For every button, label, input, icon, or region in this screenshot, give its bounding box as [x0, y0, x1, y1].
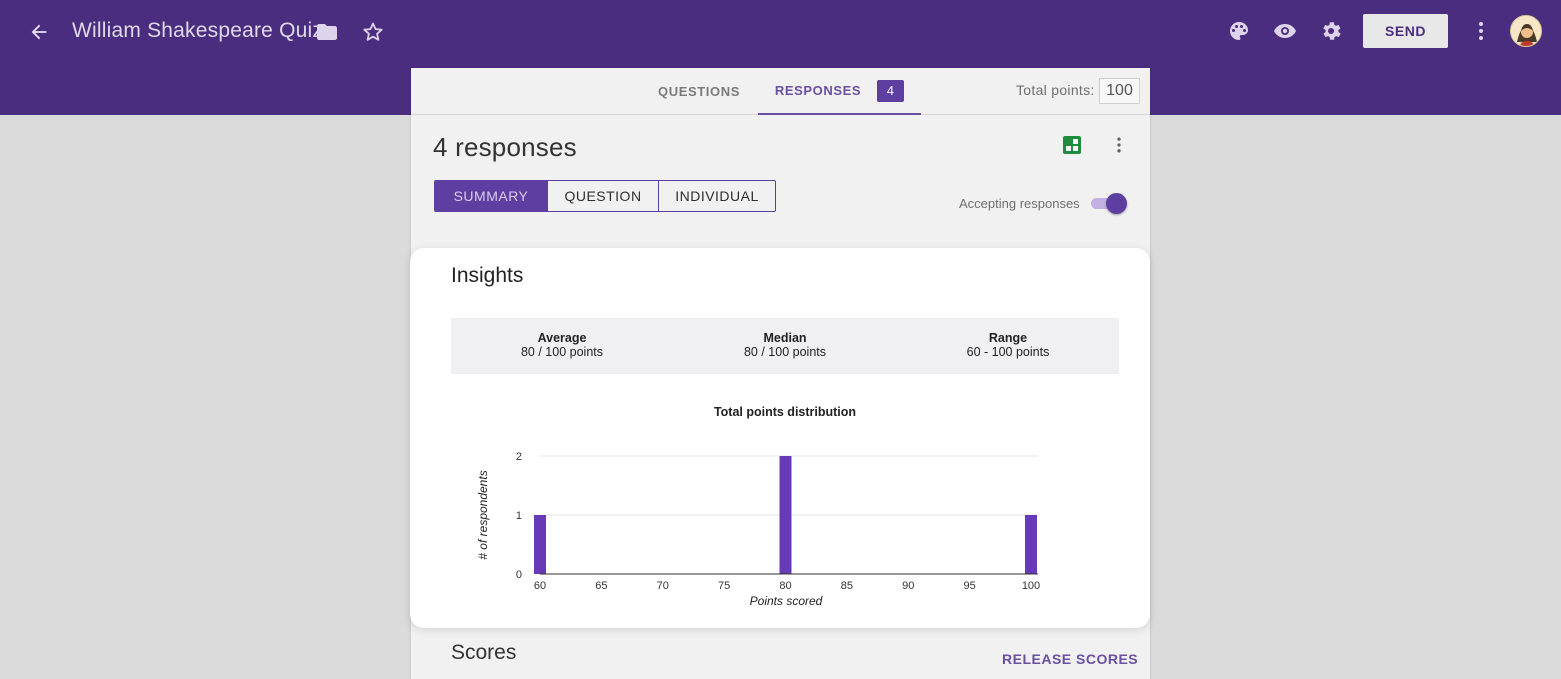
palette-icon[interactable] — [1224, 16, 1254, 46]
y-tick-label: 2 — [516, 451, 522, 463]
form-title[interactable]: William Shakespeare Quiz — [72, 19, 323, 43]
back-arrow-icon[interactable] — [24, 17, 54, 47]
eye-icon[interactable] — [1270, 16, 1300, 46]
more-options-icon[interactable] — [1107, 132, 1131, 158]
summary-view-button[interactable]: SUMMARY — [435, 181, 547, 211]
question-view-button[interactable]: QUESTION — [547, 181, 658, 211]
chart-title: Total points distribution — [714, 405, 856, 419]
send-button[interactable]: SEND — [1363, 14, 1448, 48]
spreadsheet-icon[interactable] — [1059, 132, 1085, 158]
responses-count-badge: 4 — [877, 79, 905, 102]
scores-title: Scores — [451, 641, 517, 664]
folder-icon[interactable] — [312, 17, 342, 47]
release-scores-button[interactable]: RELEASE SCORES — [1002, 651, 1138, 667]
x-tick-label: 60 — [534, 580, 546, 592]
responses-heading: 4 responses — [433, 132, 577, 162]
star-icon[interactable] — [358, 17, 388, 47]
more-vert-icon[interactable] — [1466, 16, 1496, 46]
accepting-responses-toggle[interactable] — [1091, 193, 1127, 214]
bar — [1025, 515, 1037, 574]
x-tick-label: 80 — [779, 580, 791, 592]
x-tick-label: 65 — [595, 580, 607, 592]
tab-responses[interactable]: RESPONSES 4 — [758, 68, 921, 115]
x-tick-label: 75 — [718, 580, 730, 592]
tabs-bar: QUESTIONS RESPONSES 4 Total points: 100 — [411, 68, 1150, 115]
x-tick-label: 90 — [902, 580, 914, 592]
view-switcher: SUMMARY QUESTION INDIVIDUAL — [434, 180, 776, 212]
y-axis-label: # of respondents — [476, 470, 490, 559]
x-axis-label: Points scored — [750, 594, 823, 608]
y-tick-label: 1 — [516, 510, 522, 522]
points-distribution-chart: Total points distribution 0 1 2 60 65 70 75 80… — [476, 405, 1040, 608]
insights-panel: Insights Average 80 / 100 points Median … — [410, 248, 1150, 628]
y-tick-label: 0 — [516, 569, 522, 581]
tab-questions[interactable]: QUESTIONS — [651, 68, 747, 115]
tab-responses-label: RESPONSES — [774, 83, 862, 98]
accepting-responses-label: Accepting responses — [959, 196, 1080, 211]
gear-icon[interactable] — [1316, 16, 1346, 46]
x-tick-label: 95 — [964, 580, 976, 592]
x-tick-label: 85 — [841, 580, 853, 592]
x-tick-label: 100 — [1022, 580, 1040, 592]
x-tick-label: 70 — [657, 580, 669, 592]
total-points-label: Total points: — [1016, 82, 1095, 98]
total-points-field[interactable]: 100 — [1099, 78, 1140, 104]
avatar[interactable] — [1510, 15, 1542, 47]
bar — [779, 456, 792, 574]
individual-view-button[interactable]: INDIVIDUAL — [658, 181, 775, 211]
toggle-knob — [1106, 193, 1127, 214]
bar — [534, 515, 546, 574]
